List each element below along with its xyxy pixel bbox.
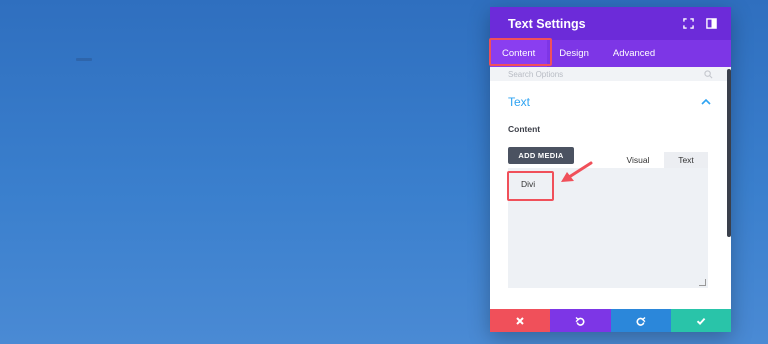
search-placeholder: Search Options [508, 69, 564, 79]
editor-tabs: Visual Text [612, 152, 708, 168]
search-options-input[interactable]: Search Options [490, 67, 731, 81]
undo-icon [575, 316, 585, 326]
page-background: Text Settings Content Design Advanced Se… [0, 0, 768, 344]
tab-design[interactable]: Design [547, 40, 601, 67]
panel-title: Text Settings [508, 16, 586, 31]
chevron-up-icon [701, 98, 711, 105]
panel-footer [490, 309, 731, 332]
resize-handle[interactable] [699, 279, 706, 286]
close-icon [516, 316, 524, 325]
editor-text-highlight [507, 171, 554, 201]
annotation-arrow-icon [561, 161, 593, 182]
discard-button[interactable] [490, 309, 551, 332]
content-tab-highlight [489, 38, 552, 66]
panel-scrollbar[interactable] [727, 69, 731, 237]
undo-button[interactable] [550, 309, 611, 332]
section-toggle-text[interactable]: Text [490, 81, 731, 109]
tab-design-label: Design [559, 48, 589, 59]
redo-button[interactable] [610, 309, 671, 332]
editor-tab-visual[interactable]: Visual [612, 152, 664, 168]
editor-tab-text[interactable]: Text [664, 152, 708, 168]
search-icon [704, 69, 713, 78]
tab-advanced[interactable]: Advanced [601, 40, 667, 67]
panel-header: Text Settings [490, 7, 731, 40]
save-button[interactable] [670, 309, 731, 332]
content-editor: ADD MEDIA Visual Text Divi [508, 147, 708, 289]
content-field-label: Content [508, 124, 541, 134]
fullscreen-icon[interactable] [683, 18, 694, 29]
redo-icon [636, 316, 646, 326]
section-title: Text [508, 95, 531, 109]
tab-advanced-label: Advanced [612, 48, 656, 59]
check-icon [696, 317, 706, 325]
split-view-icon[interactable] [706, 18, 717, 29]
background-mark [76, 58, 92, 61]
header-icons [683, 18, 717, 29]
